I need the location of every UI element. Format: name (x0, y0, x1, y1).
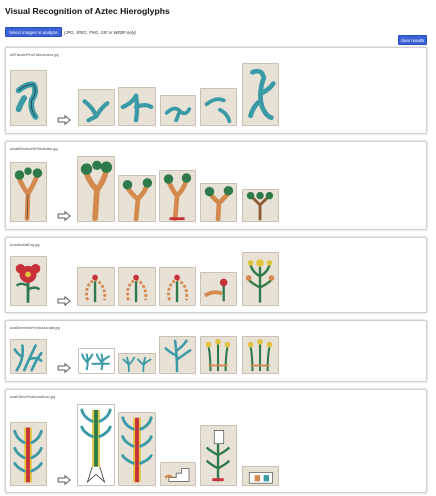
match-image[interactable] (77, 267, 115, 306)
match-image[interactable] (118, 175, 156, 222)
glyph-steps-icon (164, 468, 190, 482)
glyph-teal-figure-icon (120, 93, 154, 123)
query-image[interactable] (10, 256, 47, 306)
glyph-teal-figure-icon (82, 99, 110, 123)
result-filename: acatlElementoFrentoAxacatla.jpg (10, 326, 60, 330)
result-filename: acatlGlifosPeraAcacahuac.jpg (10, 395, 56, 399)
glyph-teal-figure-icon (204, 97, 232, 124)
glyph-plant-icon (205, 338, 231, 372)
query-image[interactable] (10, 339, 47, 374)
match-image[interactable] (200, 336, 237, 374)
match-image[interactable] (118, 412, 156, 486)
glyph-hand-flower-icon (203, 278, 228, 302)
query-image[interactable] (10, 422, 47, 486)
result-card: acatlGlifosPeraAcacahuac.jpg (5, 389, 427, 493)
match-image[interactable] (242, 63, 279, 126)
match-image[interactable] (160, 95, 196, 126)
result-filename: at0TlacatelPeraTlalocAzteca.jpg (10, 53, 59, 57)
match-image[interactable] (159, 170, 196, 222)
result-card: acatlElementoFrentoAxacatla.jpg (5, 320, 427, 382)
glyph-reed-bundle-icon (80, 408, 112, 484)
glyph-teal-figure-icon (248, 68, 276, 121)
result-card: at0TlacatelPeraTlalocAzteca.jpg (5, 47, 427, 134)
arrow-icon (57, 475, 71, 485)
match-image[interactable] (118, 353, 156, 374)
glyph-reed-icon (164, 339, 192, 373)
match-image[interactable] (159, 267, 196, 306)
match-image[interactable] (160, 462, 196, 486)
match-image[interactable] (200, 183, 237, 222)
result-filename: AxacatlatlatlDay.jpg (10, 243, 40, 247)
match-image[interactable] (200, 272, 237, 306)
match-image[interactable] (78, 89, 115, 126)
match-image[interactable] (118, 87, 156, 126)
match-image[interactable] (159, 336, 196, 374)
match-image[interactable] (200, 425, 237, 486)
match-image[interactable] (78, 348, 115, 374)
glyph-tree-icon (122, 178, 153, 221)
result-card: ahuatlEtmalochtliTetlaltoatla.jpg (5, 141, 427, 230)
glyph-tree-icon (204, 185, 234, 221)
arrow-icon (57, 211, 71, 221)
file-type-hint: (JPG, JPEG, PNG, GIF or WEBP only) (64, 30, 136, 35)
match-image[interactable] (242, 466, 279, 486)
glyph-tree-icon (80, 160, 113, 221)
match-image[interactable] (77, 404, 115, 486)
match-image[interactable] (118, 267, 156, 306)
match-image[interactable] (242, 336, 279, 374)
query-image[interactable] (10, 70, 47, 126)
arrow-icon (57, 296, 71, 306)
glyph-teal-figure-icon (164, 106, 192, 123)
glyph-flower-icon (126, 274, 148, 303)
glyph-flower-icon (85, 274, 107, 303)
glyph-reed-icon (122, 356, 152, 373)
glyph-tree-icon (14, 167, 43, 221)
glyph-flower-icon (167, 274, 189, 303)
glyph-flower-icon (15, 263, 41, 303)
glyph-tree-icon (246, 191, 274, 221)
match-image[interactable] (242, 252, 279, 306)
glyph-tree-icon (163, 173, 192, 221)
match-image[interactable] (77, 156, 115, 222)
glyph-plant-icon (245, 259, 275, 303)
glyph-reed-icon (13, 344, 43, 372)
arrow-icon (57, 363, 71, 373)
result-card: AxacatlatlatlDay.jpg (5, 237, 427, 313)
page-title: Visual Recognition of Aztec Hieroglyphs (5, 6, 170, 16)
clear-results-button[interactable]: clear results (398, 35, 427, 45)
glyph-plant-icon (205, 430, 231, 482)
select-images-button[interactable]: Select images to analyze (5, 27, 62, 37)
glyph-teal-figure-icon (15, 81, 39, 120)
query-image[interactable] (10, 162, 47, 222)
glyph-plant-icon (247, 338, 273, 372)
glyph-reed-icon (81, 353, 110, 371)
glyph-house-icon (248, 472, 274, 484)
result-filename: ahuatlEtmalochtliTetlaltoatla.jpg (10, 147, 58, 151)
glyph-reed-bundle-icon (13, 427, 43, 483)
arrow-icon (57, 115, 71, 125)
glyph-reed-bundle-icon (121, 416, 153, 483)
match-image[interactable] (242, 189, 279, 222)
match-image[interactable] (200, 88, 237, 126)
